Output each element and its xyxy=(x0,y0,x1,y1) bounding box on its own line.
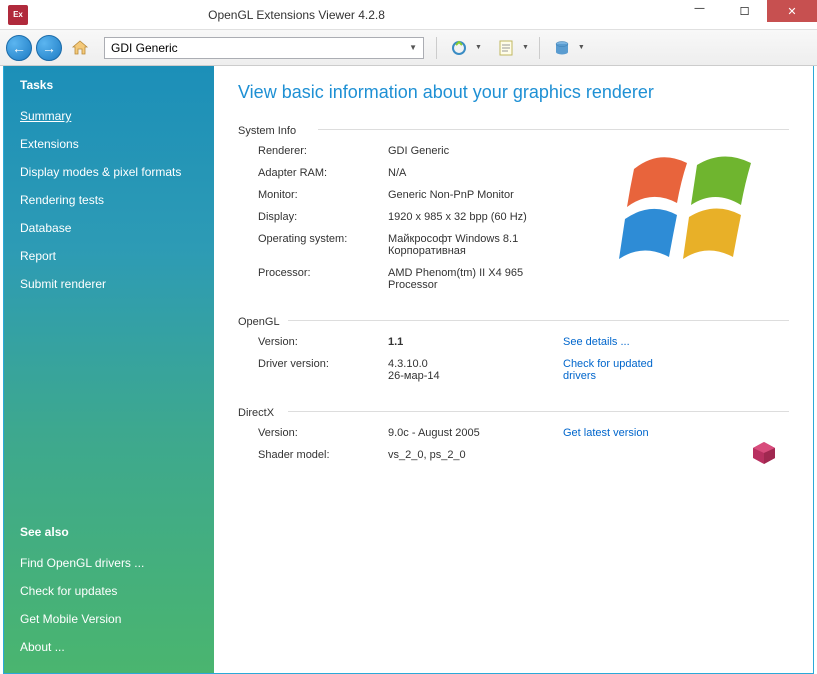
refresh-dropdown-arrow[interactable]: ▼ xyxy=(475,44,482,51)
windows-logo-icon xyxy=(619,131,789,281)
directx-logo-icon xyxy=(749,440,779,466)
adapter-ram-label: Adapter RAM: xyxy=(258,167,388,179)
renderer-value: GDI Generic xyxy=(388,145,563,157)
close-button[interactable] xyxy=(767,0,817,22)
database-dropdown-arrow[interactable]: ▼ xyxy=(578,44,585,51)
check-drivers-link[interactable]: Check for updated drivers xyxy=(563,358,683,382)
sidebar-item-summary[interactable]: Summary xyxy=(20,102,198,130)
sidebar-item-extensions[interactable]: Extensions xyxy=(20,130,198,158)
dx-version-value: 9.0c - August 2005 xyxy=(388,427,563,439)
maximize-button[interactable] xyxy=(722,0,767,22)
refresh-icon[interactable] xyxy=(449,38,469,58)
see-details-link[interactable]: See details ... xyxy=(563,336,630,348)
content-panel: View basic information about your graphi… xyxy=(214,66,813,673)
os-label: Operating system: xyxy=(258,233,388,257)
app-icon: Ex xyxy=(8,5,28,25)
forward-button[interactable] xyxy=(36,35,62,61)
monitor-value: Generic Non-PnP Monitor xyxy=(388,189,563,201)
driver-version-label: Driver version: xyxy=(258,358,388,382)
page-title: View basic information about your graphi… xyxy=(238,82,789,103)
home-button[interactable] xyxy=(70,38,90,58)
main-area: Tasks Summary Extensions Display modes &… xyxy=(3,66,814,674)
minimize-button[interactable] xyxy=(677,0,722,22)
directx-heading: DirectX xyxy=(238,403,789,412)
renderer-selected-text: GDI Generic xyxy=(111,41,409,55)
sidebar-item-database[interactable]: Database xyxy=(20,214,198,242)
window-title: OpenGL Extensions Viewer 4.2.8 xyxy=(36,8,557,22)
adapter-ram-value: N/A xyxy=(388,167,563,179)
report-dropdown-arrow[interactable]: ▼ xyxy=(522,44,529,51)
sidebar-item-submit-renderer[interactable]: Submit renderer xyxy=(20,270,198,298)
monitor-label: Monitor: xyxy=(258,189,388,201)
chevron-down-icon: ▼ xyxy=(409,43,417,52)
separator xyxy=(539,37,540,59)
sidebar-item-rendering-tests[interactable]: Rendering tests xyxy=(20,186,198,214)
os-value: Майкрософт Windows 8.1 Корпоративная xyxy=(388,233,563,257)
renderer-label: Renderer: xyxy=(258,145,388,157)
processor-value: AMD Phenom(tm) II X4 965 Processor xyxy=(388,267,563,291)
back-button[interactable] xyxy=(6,35,32,61)
system-info-heading: System Info xyxy=(238,121,789,130)
opengl-heading: OpenGL xyxy=(238,312,789,321)
opengl-group: OpenGL Version: 1.1 See details ... Driv… xyxy=(238,312,789,387)
display-label: Display: xyxy=(258,211,388,223)
titlebar: Ex OpenGL Extensions Viewer 4.2.8 xyxy=(0,0,817,30)
sidebar-item-display-modes[interactable]: Display modes & pixel formats xyxy=(20,158,198,186)
sidebar-item-mobile-version[interactable]: Get Mobile Version xyxy=(20,605,198,633)
dx-version-label: Version: xyxy=(258,427,388,439)
report-icon[interactable] xyxy=(496,38,516,58)
shader-model-label: Shader model: xyxy=(258,449,388,461)
sidebar-item-report[interactable]: Report xyxy=(20,242,198,270)
directx-group: DirectX Version: 9.0c - August 2005 Get … xyxy=(238,403,789,466)
sidebar-item-about[interactable]: About ... xyxy=(20,633,198,661)
system-info-group: System Info Renderer:GDI Generic Adapter… xyxy=(238,121,789,296)
sidebar-item-find-drivers[interactable]: Find OpenGL drivers ... xyxy=(20,549,198,577)
database-icon[interactable] xyxy=(552,38,572,58)
renderer-dropdown[interactable]: GDI Generic ▼ xyxy=(104,37,424,59)
get-latest-link[interactable]: Get latest version xyxy=(563,427,649,439)
display-value: 1920 x 985 x 32 bpp (60 Hz) xyxy=(388,211,563,223)
separator xyxy=(436,37,437,59)
toolbar: GDI Generic ▼ ▼ ▼ ▼ xyxy=(0,30,817,66)
tasks-heading: Tasks xyxy=(20,78,198,92)
gl-version-value: 1.1 xyxy=(388,336,563,348)
gl-version-label: Version: xyxy=(258,336,388,348)
sidebar-item-check-updates[interactable]: Check for updates xyxy=(20,577,198,605)
window-controls xyxy=(677,0,817,29)
driver-version-value: 4.3.10.0 26-мар-14 xyxy=(388,358,563,382)
processor-label: Processor: xyxy=(258,267,388,291)
see-also-heading: See also xyxy=(20,525,198,539)
shader-model-value: vs_2_0, ps_2_0 xyxy=(388,449,563,461)
sidebar: Tasks Summary Extensions Display modes &… xyxy=(4,66,214,673)
